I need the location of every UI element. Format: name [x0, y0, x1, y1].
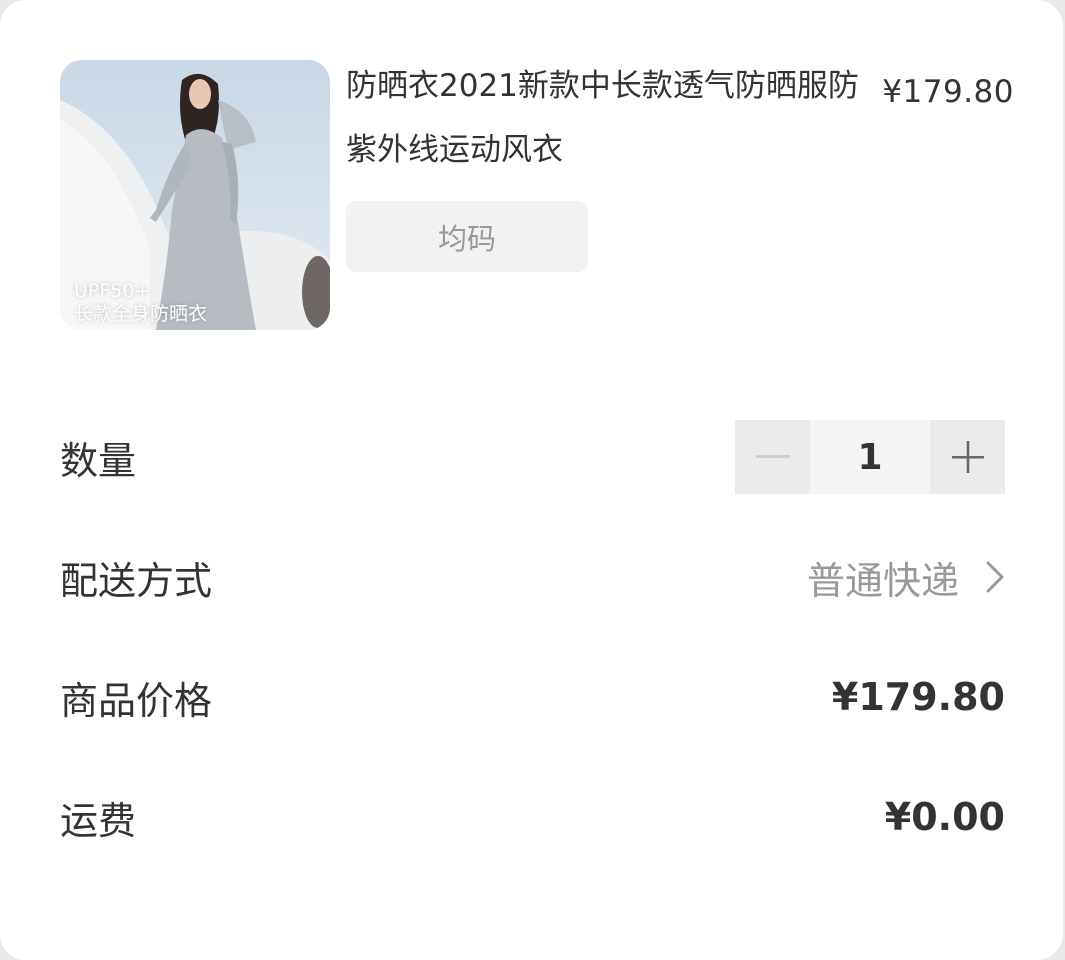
minus-icon: [755, 455, 790, 458]
freight-value: ¥0.00: [884, 795, 1005, 839]
quantity-label: 数量: [60, 438, 137, 483]
order-card: UPF50+ 长款全身防晒衣 防晒衣2021新款中长款透气防晒服防紫外线运动风衣…: [0, 0, 1063, 960]
freight-row: 运费 ¥0.00: [60, 786, 1005, 848]
product-unit-price: ¥179.80: [882, 74, 1014, 110]
shipping-method-value: 普通快递: [806, 558, 959, 603]
shipping-row[interactable]: 配送方式 普通快递: [60, 546, 1005, 608]
image-caption: UPF50+ 长款全身防晒衣: [74, 280, 207, 326]
quantity-value[interactable]: 1: [810, 420, 930, 494]
quantity-stepper: 1: [735, 420, 1005, 494]
plus-icon: [951, 441, 984, 473]
increment-button[interactable]: [930, 420, 1005, 494]
goods-price-label: 商品价格: [60, 678, 213, 723]
decrement-button[interactable]: [735, 420, 810, 494]
product-title[interactable]: 防晒衣2021新款中长款透气防晒服防紫外线运动风衣: [346, 54, 866, 182]
caption-desc: 长款全身防晒衣: [74, 303, 208, 325]
shipping-label: 配送方式: [60, 558, 213, 603]
goods-price-row: 商品价格 ¥179.80: [60, 666, 1005, 728]
freight-label: 运费: [60, 798, 137, 843]
spec-tag[interactable]: 均码: [346, 201, 588, 272]
quantity-row: 数量 1: [60, 420, 1005, 494]
product-image[interactable]: UPF50+ 长款全身防晒衣: [60, 60, 330, 330]
product-summary: UPF50+ 长款全身防晒衣 防晒衣2021新款中长款透气防晒服防紫外线运动风衣…: [60, 60, 1020, 332]
chevron-right-icon: [986, 561, 1004, 593]
goods-price-value: ¥179.80: [831, 675, 1005, 719]
shipping-method[interactable]: 普通快递: [807, 550, 1005, 605]
caption-upf: UPF50+: [74, 280, 151, 302]
